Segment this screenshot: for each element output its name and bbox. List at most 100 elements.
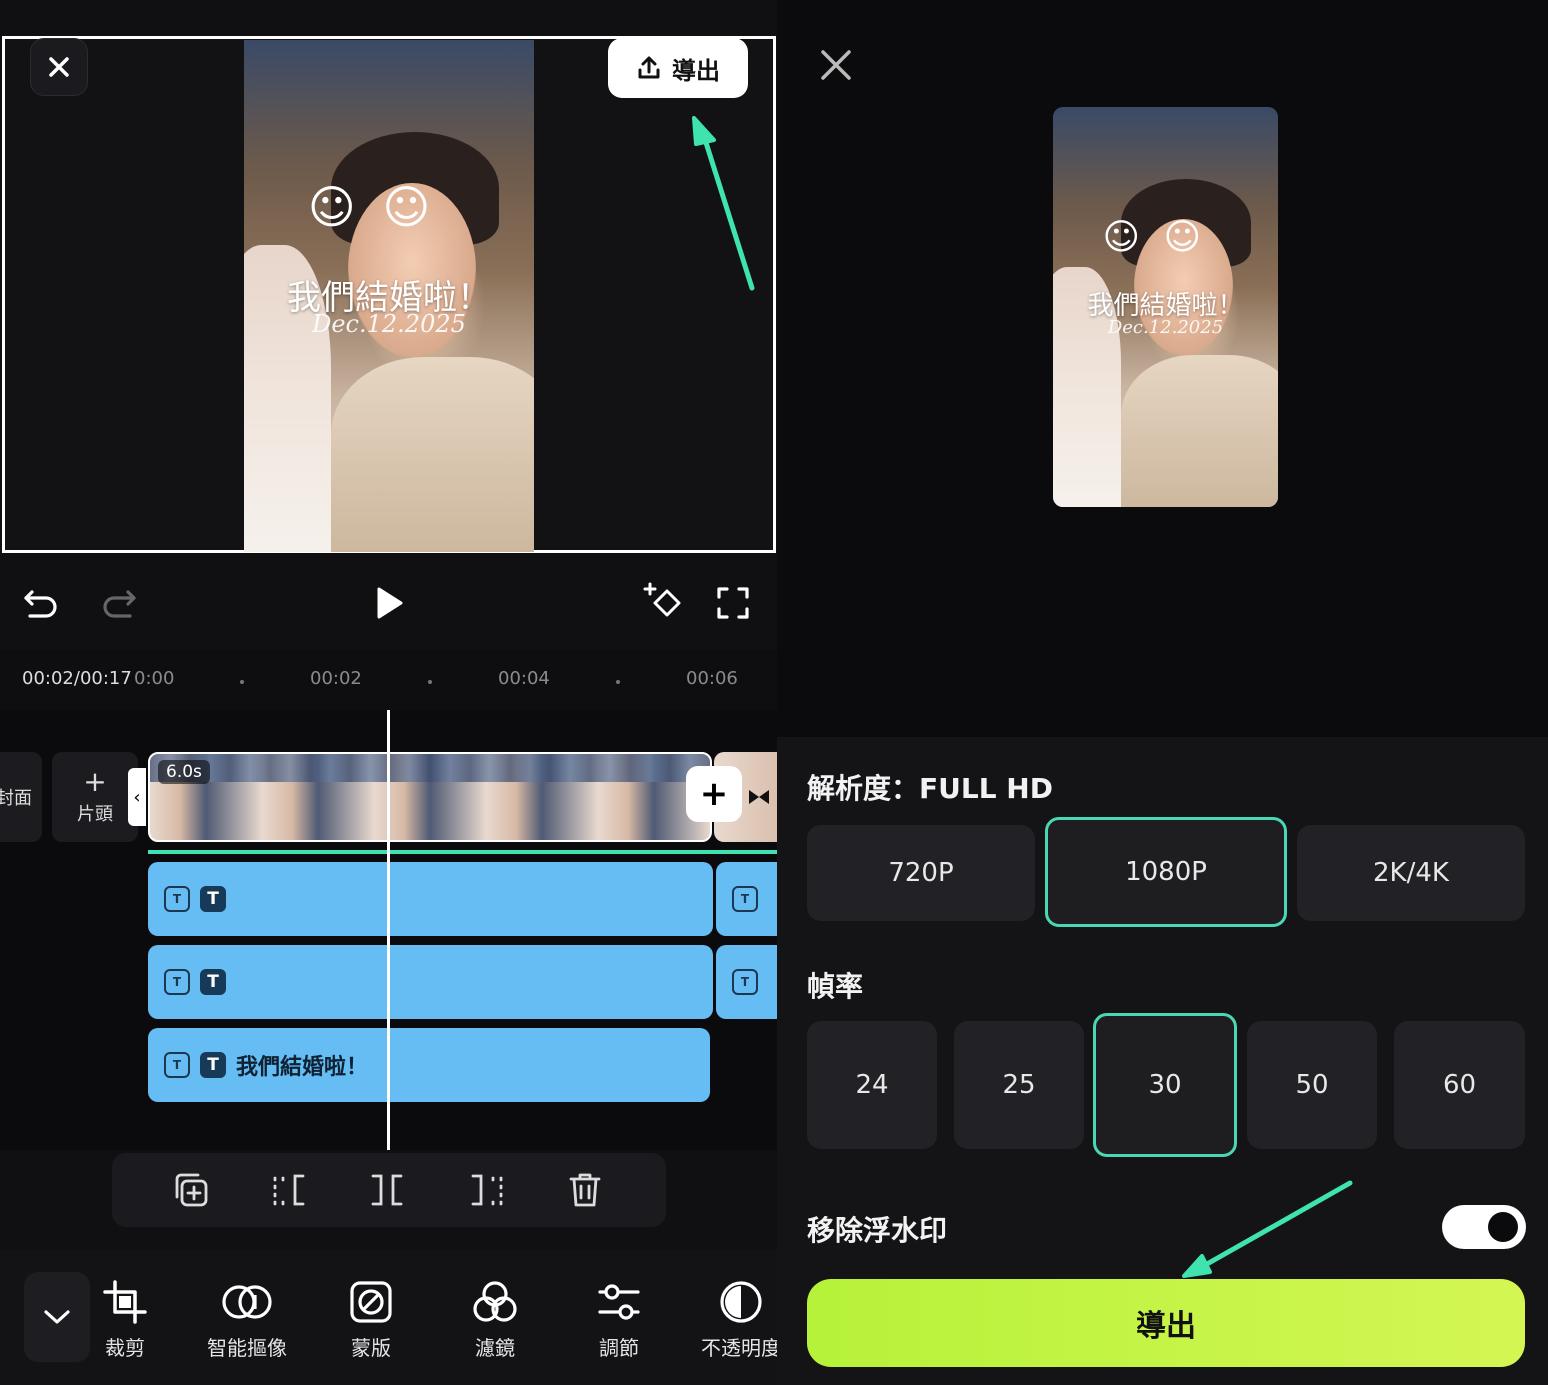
editor-pane: ☺ ☺ 我們結婚啦！ Dec.12.2025 導出 00:02/00:17 0:… [0, 0, 777, 1385]
transition-icon [749, 790, 769, 804]
text-track-2-next[interactable]: T [716, 945, 777, 1019]
trim-right-icon [471, 1174, 503, 1206]
tool-label: 裁剪 [105, 1336, 145, 1360]
ruler-tick: 0:00 [134, 668, 175, 689]
plus-icon: + [83, 765, 107, 798]
ruler-tick: 00:04 [498, 668, 550, 689]
framerate-option-50[interactable]: 50 [1247, 1021, 1377, 1149]
framerate-option-30[interactable]: 30 [1093, 1013, 1237, 1157]
plus-icon: + [699, 774, 729, 814]
text-track-3[interactable]: T T 我們結婚啦！ [148, 1028, 710, 1102]
export-button-top[interactable]: 導出 [608, 38, 748, 98]
resolution-title: 解析度：FULL HD [807, 772, 1053, 805]
framerate-title: 幀率 [807, 970, 864, 1003]
cover-button[interactable]: 封面 [0, 752, 42, 842]
split-button[interactable] [366, 1169, 408, 1211]
framerate-option-24[interactable]: 24 [807, 1021, 937, 1149]
tool-smart-cutout[interactable]: 智能摳像 [192, 1280, 302, 1361]
cover-label: 封面 [0, 788, 32, 809]
smart-cutout-icon [222, 1285, 272, 1319]
ruler-tick: 00:06 [686, 668, 738, 689]
play-button[interactable] [364, 578, 414, 628]
split-icon [371, 1174, 403, 1206]
text-track-1-next[interactable]: T [716, 862, 777, 936]
time-ruler[interactable]: 00:02/00:17 0:00 00:02 00:04 00:06 [0, 650, 777, 710]
app-root: ☺ ☺ 我們結婚啦！ Dec.12.2025 導出 00:02/00:17 0:… [0, 0, 1548, 1385]
crop-icon [103, 1280, 147, 1324]
add-intro-button[interactable]: + 片頭 [52, 752, 138, 842]
framerate-option-25[interactable]: 25 [954, 1021, 1084, 1149]
duplicate-icon [175, 1173, 208, 1207]
export-preview-thumbnail: ☺ ☺ 我們結婚啦！ Dec.12.2025 [1053, 107, 1278, 507]
intro-label: 片頭 [77, 804, 113, 825]
text-track-label: 我們結婚啦！ [236, 1055, 369, 1080]
text-icon: T [200, 969, 226, 995]
tool-opacity[interactable]: 不透明度 [686, 1280, 777, 1361]
redo-button[interactable] [94, 578, 144, 628]
fullscreen-button[interactable] [708, 578, 758, 628]
doodle-faces: ☺ ☺ [1102, 217, 1208, 258]
remove-watermark-toggle[interactable] [1442, 1205, 1526, 1249]
tool-adjust[interactable]: 調節 [564, 1280, 674, 1361]
preview-date-text: Dec.12.2025 [312, 310, 466, 338]
clip-duration: 6.0s [158, 760, 210, 784]
text-track-1[interactable]: T T [148, 862, 713, 936]
tool-label: 智能摳像 [207, 1336, 287, 1360]
resolution-option-2k4k[interactable]: 2K/4K [1297, 825, 1525, 921]
fullscreen-icon [717, 587, 749, 619]
text-track-2[interactable]: T T [148, 945, 713, 1019]
text-template-icon: T [164, 969, 190, 995]
resolution-option-720p[interactable]: 720P [807, 825, 1035, 921]
ruler-tick: 00:02 [310, 668, 362, 689]
opacity-icon [720, 1281, 762, 1323]
framerate-option-60[interactable]: 60 [1394, 1021, 1525, 1149]
upload-icon [638, 56, 660, 79]
export-button[interactable]: 導出 [807, 1279, 1525, 1367]
adjust-icon [598, 1284, 640, 1320]
clip-trim-handle[interactable]: ‹ [128, 768, 146, 826]
trash-icon [569, 1173, 601, 1207]
text-template-icon: T [164, 886, 190, 912]
bottom-toolbar: 裁剪 智能摳像 蒙版 濾鏡 調節 不透明度 [0, 1250, 777, 1385]
undo-button[interactable] [16, 578, 66, 628]
trim-left-icon [273, 1174, 305, 1206]
trim-right-button[interactable] [466, 1169, 508, 1211]
timeline[interactable]: 封面 + 片頭 ‹ 6.0s + T T T T T T T T 我們結婚啦！ [0, 710, 777, 1150]
current-time: 00:02/00:17 [22, 668, 132, 689]
tool-label: 調節 [599, 1336, 639, 1360]
add-clip-button[interactable]: + [686, 766, 742, 822]
thumbnail-date-text: Dec.12.2025 [1107, 317, 1224, 338]
tool-label: 蒙版 [351, 1336, 391, 1360]
text-template-icon: T [732, 886, 758, 912]
export-settings-sheet: 解析度：FULL HD 720P 1080P 2K/4K 幀率 24 25 30… [777, 737, 1548, 1385]
close-export-button[interactable] [819, 48, 859, 88]
undo-icon [24, 590, 57, 618]
keyframe-icon [643, 582, 681, 617]
transition-button[interactable] [744, 782, 774, 812]
keyframe-button[interactable] [638, 578, 688, 628]
tool-crop[interactable]: 裁剪 [70, 1280, 180, 1361]
export-top-label: 導出 [672, 56, 720, 85]
tool-label: 不透明度 [701, 1336, 777, 1360]
close-icon [49, 57, 69, 77]
chevron-down-icon [44, 1310, 70, 1324]
playhead[interactable] [387, 710, 390, 1150]
mask-icon [350, 1281, 392, 1323]
redo-icon [103, 590, 136, 618]
video-clip[interactable]: 6.0s [148, 752, 712, 842]
text-icon: T [200, 886, 226, 912]
tool-mask[interactable]: 蒙版 [316, 1280, 426, 1361]
duplicate-button[interactable] [170, 1169, 212, 1211]
tool-filter[interactable]: 濾鏡 [440, 1280, 550, 1361]
close-icon [821, 50, 851, 80]
resolution-option-1080p[interactable]: 1080P [1045, 817, 1287, 927]
close-button[interactable] [30, 38, 88, 96]
clip-edit-bar [112, 1153, 666, 1227]
trim-left-button[interactable] [268, 1169, 310, 1211]
export-label: 導出 [1136, 1309, 1196, 1344]
tool-label: 濾鏡 [475, 1336, 515, 1360]
text-template-icon: T [732, 969, 758, 995]
play-icon [377, 587, 403, 619]
preview-image: ☺ ☺ 我們結婚啦！ Dec.12.2025 [244, 40, 534, 552]
delete-button[interactable] [564, 1169, 606, 1211]
